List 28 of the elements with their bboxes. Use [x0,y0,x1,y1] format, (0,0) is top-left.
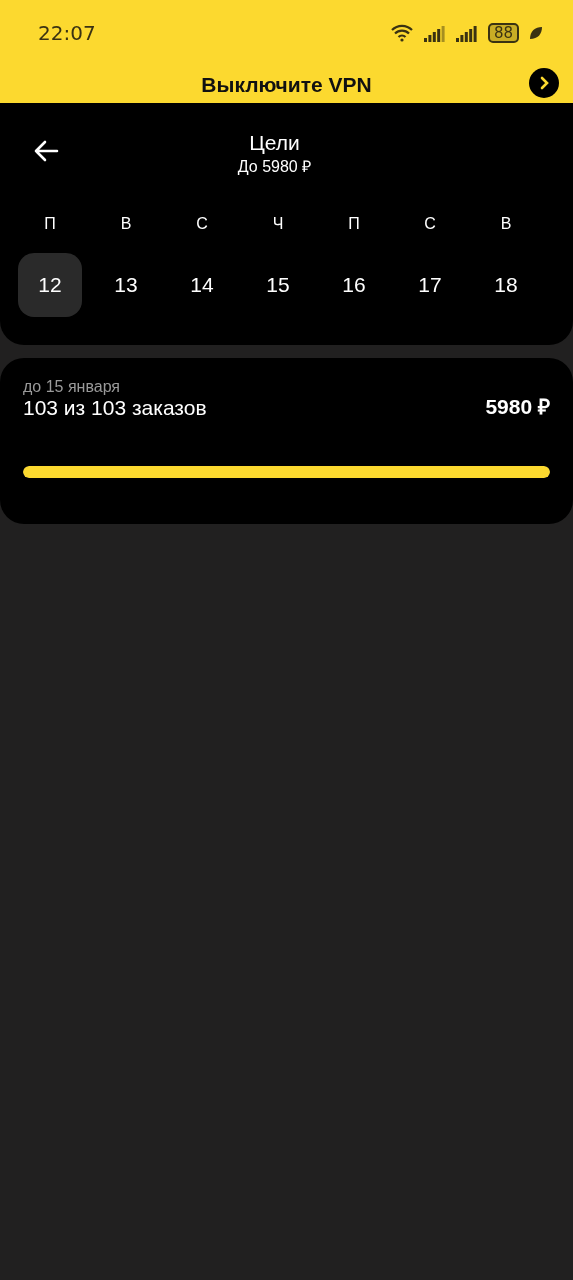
date-button[interactable]: 13 [94,253,158,317]
weekday-label: В [120,215,132,233]
status-time: 22:07 [38,21,96,45]
signal-icon [455,24,478,42]
weekday-label: С [424,215,436,233]
weekday-label: В [500,215,512,233]
weekday-label: Ч [272,215,284,233]
date-button[interactable]: 16 [322,253,386,317]
signal-icon [423,24,446,42]
weekday-label: С [196,215,208,233]
goal-amount: 5980 ₽ [485,394,550,420]
date-button[interactable]: 14 [170,253,234,317]
goal-deadline: до 15 января [23,378,122,396]
goal-progress-text: 103 из 103 заказов [23,396,207,420]
date-button[interactable]: 18 [474,253,538,317]
weekday-label: П [44,215,56,233]
back-arrow-icon [33,139,59,163]
date-button[interactable]: 17 [398,253,462,317]
page-title: Цели [249,131,300,155]
leaf-icon [529,26,543,40]
battery-level: 88 [487,23,519,43]
chevron-button[interactable] [529,68,559,98]
page-subtitle: До 5980 ₽ [237,157,312,177]
vpn-banner-text: Выключите VPN [201,72,372,97]
wifi-icon [389,24,414,42]
weekday-label: П [348,215,360,233]
date-button[interactable]: 12 [18,253,82,317]
date-button[interactable]: 15 [246,253,310,317]
